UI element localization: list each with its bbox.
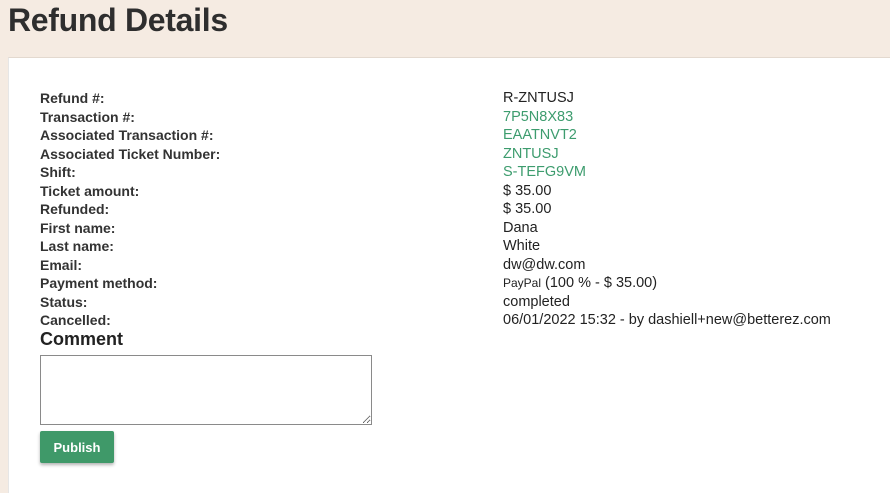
detail-row-transaction: Transaction #: 7P5N8X83: [40, 109, 890, 128]
detail-label: Last name:: [40, 238, 114, 254]
associated-ticket-link[interactable]: ZNTUSJ: [503, 146, 559, 162]
detail-label: Ticket amount:: [40, 182, 140, 199]
detail-label: First name:: [40, 219, 116, 236]
transaction-link[interactable]: 7P5N8X83: [503, 109, 573, 125]
detail-label: Associated Transaction #:: [40, 127, 214, 143]
detail-label: Refund #:: [40, 90, 105, 106]
detail-row-associated-ticket: Associated Ticket Number: ZNTUSJ: [40, 146, 890, 165]
cancelled-value: 06/01/2022 15:32 - by dashiell+new@bette…: [503, 312, 831, 328]
shift-link[interactable]: S-TEFG9VM: [503, 164, 586, 180]
detail-label: Associated Ticket Number:: [40, 145, 221, 162]
detail-label: Transaction #:: [40, 108, 135, 125]
paypal-logo: PayPal: [503, 276, 542, 290]
detail-row-status: Status: completed: [40, 294, 890, 313]
refund-details-panel: Refund #: R-ZNTUSJ Transaction #: 7P5N8X…: [8, 57, 890, 493]
refunded-value: $ 35.00: [503, 201, 552, 217]
page-title: Refund Details: [8, 2, 228, 38]
details-list: Refund #: R-ZNTUSJ Transaction #: 7P5N8X…: [40, 90, 890, 331]
comment-textarea[interactable]: [40, 355, 372, 425]
detail-label: Email:: [40, 256, 83, 273]
detail-row-shift: Shift: S-TEFG9VM: [40, 164, 890, 183]
ticket-amount-value: $ 35.00: [503, 182, 552, 199]
payment-amount: (100 % - $ 35.00): [545, 275, 658, 291]
detail-row-associated-transaction: Associated Transaction #: EAATNVT2: [40, 127, 890, 146]
detail-row-email: Email: dw@dw.com: [40, 257, 890, 276]
payment-method-value: PayPal (100 % - $ 35.00): [503, 275, 657, 291]
detail-label: Payment method:: [40, 275, 158, 291]
refund-number-value: R-ZNTUSJ: [503, 90, 574, 106]
email-value: dw@dw.com: [503, 256, 586, 273]
detail-label: Cancelled:: [40, 312, 111, 328]
detail-row-refund-number: Refund #: R-ZNTUSJ: [40, 90, 890, 109]
detail-row-refunded: Refunded: $ 35.00: [40, 201, 890, 220]
detail-row-first-name: First name: Dana: [40, 220, 890, 239]
last-name-value: White: [503, 238, 541, 254]
status-value: completed: [503, 293, 570, 310]
detail-label: Shift:: [40, 164, 76, 180]
detail-row-ticket-amount: Ticket amount: $ 35.00: [40, 183, 890, 202]
detail-row-last-name: Last name: White: [40, 238, 890, 257]
detail-label: Refunded:: [40, 201, 110, 217]
detail-row-cancelled: Cancelled: 06/01/2022 15:32 - by dashiel…: [40, 312, 890, 331]
first-name-value: Dana: [503, 219, 538, 236]
detail-row-payment-method: Payment method: PayPal (100 % - $ 35.00): [40, 275, 890, 294]
detail-label: Status:: [40, 293, 88, 310]
associated-transaction-link[interactable]: EAATNVT2: [503, 127, 577, 143]
publish-button[interactable]: Publish: [40, 431, 114, 463]
comment-heading: Comment: [40, 329, 124, 349]
